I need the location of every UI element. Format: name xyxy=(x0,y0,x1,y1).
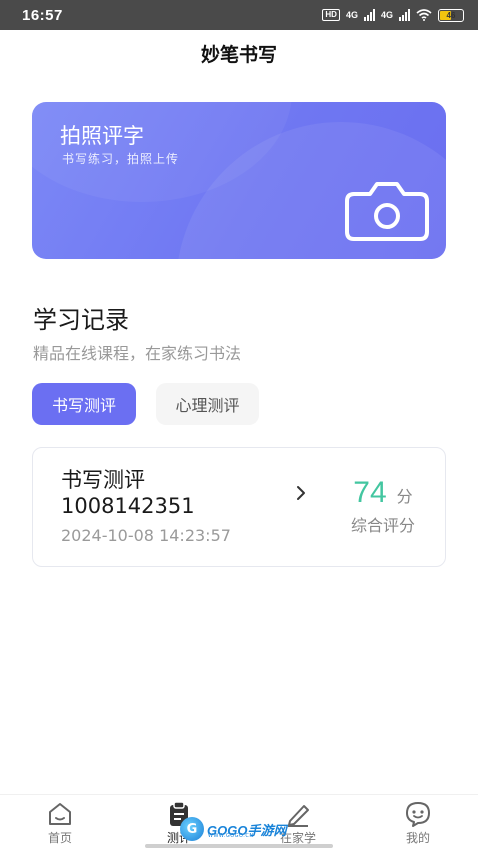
network-label-1: 4G xyxy=(345,10,358,20)
banner-title: 拍照评字 xyxy=(60,124,144,148)
chevron-right-icon xyxy=(297,486,305,500)
score-block: 74 分 综合评分 xyxy=(333,476,433,536)
record-name: 书写测评 xyxy=(61,468,145,492)
score-label: 综合评分 xyxy=(350,516,415,535)
tab-writing-evaluation[interactable]: 书写测评 xyxy=(32,383,136,425)
profile-icon xyxy=(406,802,430,827)
status-time: 16:57 xyxy=(22,6,63,24)
battery-icon: 46 xyxy=(438,8,464,22)
record-card[interactable]: 书写测评 1008142351 2024-10-08 14:23:57 74 分… xyxy=(32,447,446,567)
wifi-icon xyxy=(416,9,432,21)
battery-level: 46 xyxy=(446,10,456,20)
camera-icon xyxy=(345,182,429,241)
score-unit: 分 xyxy=(396,487,413,506)
banner-subtitle: 书写练习，拍照上传 xyxy=(62,152,180,166)
network-label-2: 4G xyxy=(380,10,393,20)
signal-icon-2 xyxy=(399,9,410,21)
records-title: 学习记录 xyxy=(33,306,129,334)
watermark-logo-icon: G xyxy=(180,817,204,841)
signal-icon xyxy=(363,9,375,21)
hd-badge: HD xyxy=(322,9,340,21)
status-icons: HD 4G 4G 46 xyxy=(322,8,464,22)
tab-psychology-evaluation[interactable]: 心理测评 xyxy=(156,383,259,425)
nav-item-home[interactable]: 首页 xyxy=(25,801,95,846)
status-bar: 16:57 HD 4G 4G 46 xyxy=(0,0,478,30)
nav-item-mine[interactable]: 我的 xyxy=(383,801,453,846)
records-subtitle: 精品在线课程，在家练习书法 xyxy=(33,344,242,363)
home-indicator[interactable] xyxy=(145,844,333,848)
score-value: 74 xyxy=(353,476,387,509)
record-date: 2024-10-08 14:23:57 xyxy=(61,526,231,545)
home-icon xyxy=(49,803,71,825)
nav-label-home: 首页 xyxy=(47,831,72,845)
page-title: 妙笔书写 xyxy=(200,44,277,66)
photo-evaluate-banner[interactable]: 拍照评字 书写练习，拍照上传 xyxy=(32,102,446,259)
record-id: 1008142351 xyxy=(61,494,195,518)
watermark-subtext: WWW.GOGO.CN xyxy=(208,833,254,839)
watermark: G GOGO手游网 WWW.GOGO.CN xyxy=(180,814,286,844)
nav-label-mine: 我的 xyxy=(405,831,430,845)
pen-icon xyxy=(288,805,309,827)
